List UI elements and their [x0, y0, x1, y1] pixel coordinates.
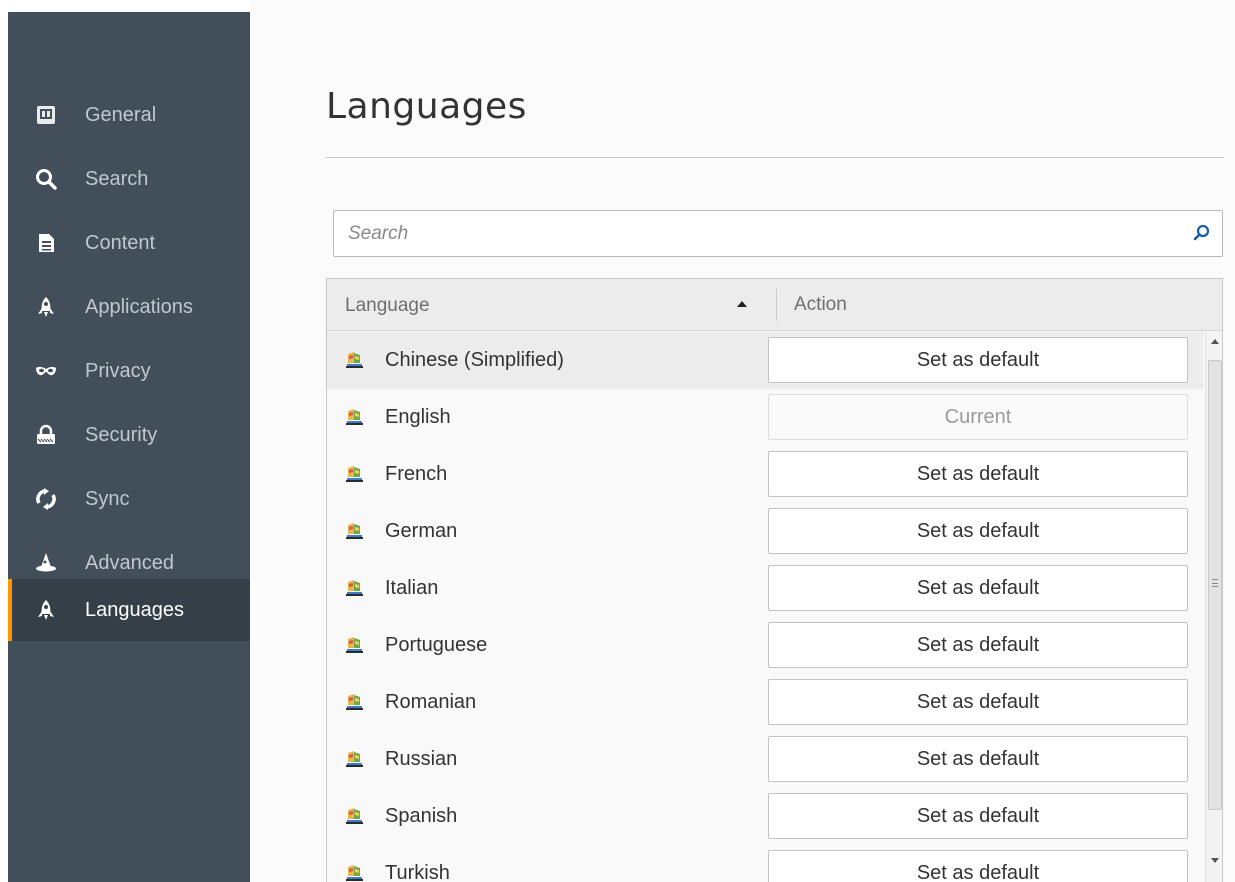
- language-pack-icon: [345, 408, 363, 426]
- language-name: Portuguese: [385, 634, 488, 656]
- set-as-default-button[interactable]: Set as default: [768, 508, 1188, 554]
- language-name: Romanian: [385, 691, 477, 713]
- sidebar-item-label: Security: [85, 423, 158, 446]
- sidebar-item-label: Languages: [85, 598, 184, 621]
- search-icon: [34, 167, 58, 191]
- language-name: Russian: [385, 748, 458, 770]
- search-box: [333, 210, 1223, 257]
- language-name: German: [385, 520, 458, 542]
- language-pack-icon: [345, 579, 363, 597]
- language-pack-icon: [345, 693, 363, 711]
- column-header-action[interactable]: Action: [794, 294, 847, 316]
- mask-icon: [34, 359, 58, 383]
- language-name: Turkish: [385, 862, 450, 882]
- language-name: English: [385, 406, 451, 428]
- languages-table: Language Action Chinese (Simplified) Set …: [326, 278, 1223, 882]
- language-name: Italian: [385, 577, 439, 599]
- sidebar-item-applications[interactable]: Applications: [8, 276, 250, 338]
- current-language-button: Current: [768, 394, 1188, 440]
- table-row[interactable]: Turkish Set as default: [327, 845, 1203, 882]
- sync-icon: [34, 487, 58, 511]
- scrollbar-thumb[interactable]: [1208, 360, 1222, 810]
- column-divider[interactable]: [776, 289, 777, 321]
- language-pack-icon: [345, 465, 363, 483]
- main-panel: Languages Language Action Chinese (Simpl…: [250, 0, 1235, 882]
- sidebar-item-label: Privacy: [85, 359, 151, 382]
- scroll-up-arrow-icon[interactable]: [1211, 339, 1219, 344]
- set-as-default-button[interactable]: Set as default: [768, 850, 1188, 882]
- sidebar-item-search[interactable]: Search: [8, 148, 250, 210]
- table-row[interactable]: Italian Set as default: [327, 560, 1203, 617]
- table-row[interactable]: German Set as default: [327, 503, 1203, 560]
- set-as-default-button[interactable]: Set as default: [768, 679, 1188, 725]
- set-as-default-button[interactable]: Set as default: [768, 337, 1188, 383]
- page-title: Languages: [326, 86, 527, 127]
- rocket-icon: [34, 295, 58, 319]
- lock-icon: [34, 423, 58, 447]
- language-name: Chinese (Simplified): [385, 349, 564, 371]
- sort-ascending-icon[interactable]: [737, 301, 747, 307]
- table-row[interactable]: Chinese (Simplified) Set as default: [327, 332, 1203, 389]
- table-header: Language Action: [327, 279, 1222, 331]
- vertical-scrollbar[interactable]: [1205, 332, 1222, 882]
- table-body: Chinese (Simplified) Set as default Englis…: [327, 332, 1203, 882]
- set-as-default-button[interactable]: Set as default: [768, 565, 1188, 611]
- sidebar-item-label: Search: [85, 167, 149, 190]
- language-pack-icon: [345, 864, 363, 882]
- sidebar-item-label: Content: [85, 231, 156, 254]
- wizard-hat-icon: [34, 551, 58, 575]
- set-as-default-button[interactable]: Set as default: [768, 451, 1188, 497]
- table-row[interactable]: English Current: [327, 389, 1203, 446]
- rocket-icon: [34, 598, 58, 622]
- search-icon[interactable]: [1192, 223, 1212, 243]
- sidebar-item-languages[interactable]: Languages: [8, 579, 250, 641]
- set-as-default-button[interactable]: Set as default: [768, 793, 1188, 839]
- language-name: Spanish: [385, 805, 458, 827]
- language-pack-icon: [345, 750, 363, 768]
- table-row[interactable]: Portuguese Set as default: [327, 617, 1203, 674]
- set-as-default-button[interactable]: Set as default: [768, 622, 1188, 668]
- general-icon: [34, 103, 58, 127]
- language-pack-icon: [345, 636, 363, 654]
- sidebar-item-security[interactable]: Security: [8, 404, 250, 466]
- language-pack-icon: [345, 351, 363, 369]
- title-divider: [326, 157, 1224, 158]
- table-row[interactable]: Russian Set as default: [327, 731, 1203, 788]
- table-row[interactable]: Spanish Set as default: [327, 788, 1203, 845]
- sidebar-item-general[interactable]: General: [8, 84, 250, 146]
- sidebar-item-label: Applications: [85, 295, 193, 318]
- sidebar: General Search Content Applications Priv…: [8, 12, 250, 882]
- sidebar-item-label: General: [85, 103, 157, 126]
- language-pack-icon: [345, 522, 363, 540]
- table-row[interactable]: Romanian Set as default: [327, 674, 1203, 731]
- sidebar-item-sync[interactable]: Sync: [8, 468, 250, 530]
- sidebar-item-label: Sync: [85, 487, 130, 510]
- set-as-default-button[interactable]: Set as default: [768, 736, 1188, 782]
- document-icon: [34, 231, 58, 255]
- column-header-language[interactable]: Language: [345, 295, 430, 317]
- sidebar-item-label: Advanced: [85, 551, 174, 574]
- language-pack-icon: [345, 807, 363, 825]
- table-row[interactable]: French Set as default: [327, 446, 1203, 503]
- language-name: French: [385, 463, 448, 485]
- search-input[interactable]: [334, 211, 1222, 256]
- sidebar-item-content[interactable]: Content: [8, 212, 250, 274]
- sidebar-item-privacy[interactable]: Privacy: [8, 340, 250, 402]
- scroll-down-arrow-icon[interactable]: [1211, 858, 1219, 863]
- scrollbar-grip-icon: [1212, 579, 1218, 587]
